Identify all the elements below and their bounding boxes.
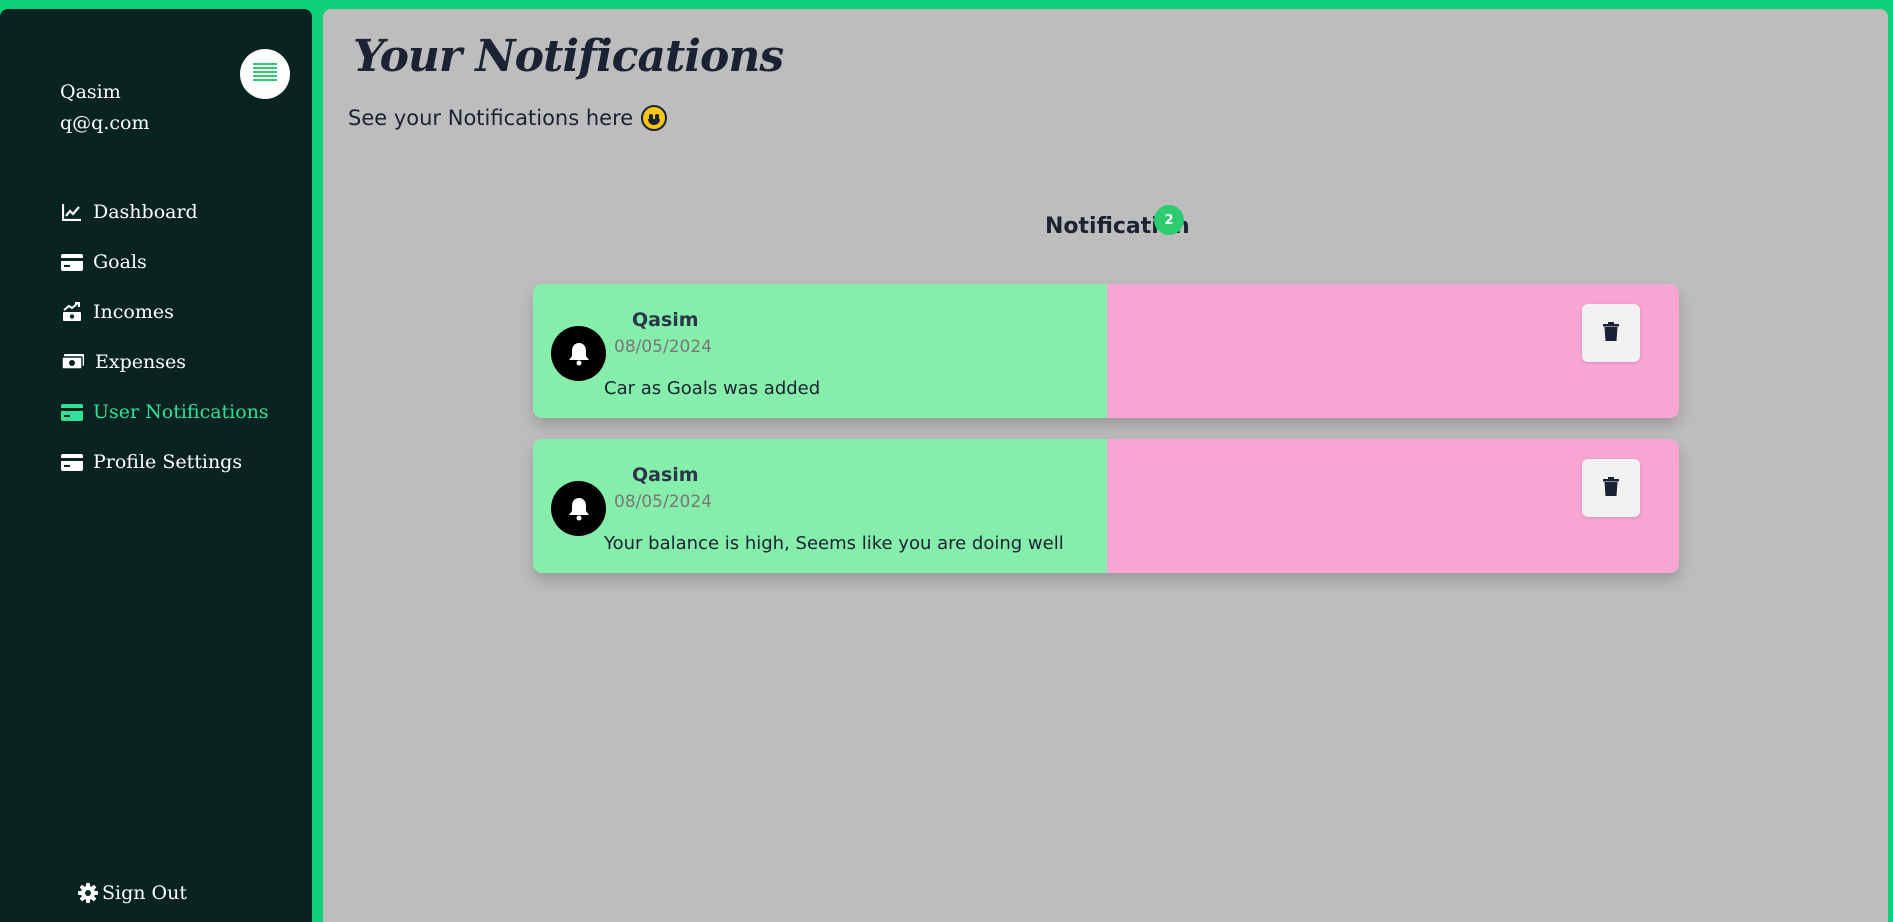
sidebar-item-expenses[interactable]: Expenses	[60, 337, 269, 387]
notification-card-body: Qasim 08/05/2024 Your balance is high, S…	[533, 439, 1107, 573]
sidebar-item-label: Profile Settings	[93, 451, 243, 473]
sign-out-label: Sign Out	[102, 882, 187, 904]
sidebar-item-label: Dashboard	[93, 201, 198, 223]
page-subtitle: See your Notifications here	[348, 105, 668, 131]
money-bill-icon	[60, 352, 86, 372]
user-email: q@q.com	[60, 112, 150, 134]
sidebar-item-label: User Notifications	[93, 401, 269, 423]
sidebar-item-label: Incomes	[93, 301, 174, 323]
trash-icon	[1603, 321, 1619, 345]
notification-date: 08/05/2024	[614, 492, 712, 512]
notification-message: Car as Goals was added	[604, 378, 821, 399]
bell-icon	[551, 326, 606, 381]
notification-card: Qasim 08/05/2024 Car as Goals was added	[533, 284, 1679, 418]
notification-date: 08/05/2024	[614, 337, 712, 357]
sign-out-button[interactable]: Sign Out	[78, 882, 187, 904]
sidebar-nav: Dashboard Goals Incomes Expenses User No…	[60, 187, 269, 487]
notification-message: Your balance is high, Seems like you are…	[604, 533, 1064, 554]
notification-card-actions	[1107, 439, 1679, 573]
main-content: Your Notifications See your Notification…	[323, 9, 1888, 922]
sidebar-item-label: Expenses	[95, 351, 186, 373]
sidebar-item-dashboard[interactable]: Dashboard	[60, 187, 269, 237]
page-subtitle-text: See your Notifications here	[348, 106, 634, 130]
bell-icon	[551, 481, 606, 536]
trash-icon	[1603, 476, 1619, 500]
credit-card-icon	[60, 452, 84, 472]
credit-card-icon	[60, 252, 84, 272]
notification-card: Qasim 08/05/2024 Your balance is high, S…	[533, 439, 1679, 573]
credit-card-icon	[60, 402, 84, 422]
menu-toggle-button[interactable]	[240, 49, 290, 99]
smiley-emoji-icon	[641, 105, 668, 131]
sidebar-item-user-notifications[interactable]: User Notifications	[60, 387, 269, 437]
delete-notification-button[interactable]	[1582, 304, 1640, 362]
sidebar-item-goals[interactable]: Goals	[60, 237, 269, 287]
sidebar-item-incomes[interactable]: Incomes	[60, 287, 269, 337]
money-trend-icon	[60, 302, 84, 322]
gear-icon	[78, 883, 98, 903]
notification-sender: Qasim	[632, 309, 699, 331]
notification-count-badge: 2	[1154, 205, 1184, 235]
hamburger-icon	[253, 63, 277, 85]
chart-line-icon	[60, 202, 84, 222]
sidebar-item-label: Goals	[93, 251, 147, 273]
delete-notification-button[interactable]	[1582, 459, 1640, 517]
sidebar-item-profile-settings[interactable]: Profile Settings	[60, 437, 269, 487]
page-title: Your Notifications	[353, 31, 784, 82]
notification-card-body: Qasim 08/05/2024 Car as Goals was added	[533, 284, 1107, 418]
user-name: Qasim	[60, 81, 121, 103]
notification-card-actions	[1107, 284, 1679, 418]
sidebar: Qasim q@q.com Dashboard Goals Incomes Ex…	[0, 9, 312, 922]
notification-sender: Qasim	[632, 464, 699, 486]
